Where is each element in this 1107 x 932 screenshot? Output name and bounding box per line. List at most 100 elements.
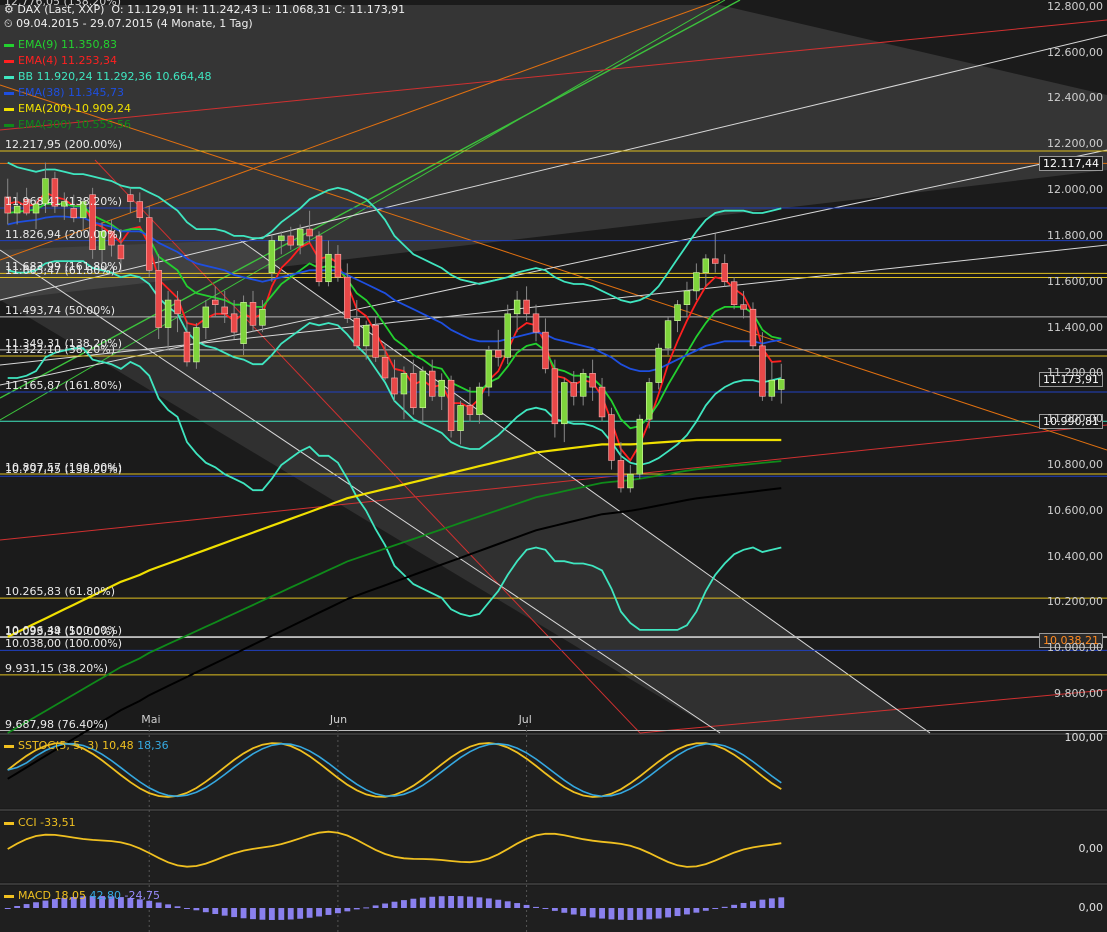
candle-up <box>645 382 653 420</box>
macd-bar <box>674 908 681 917</box>
candle-up <box>240 302 247 344</box>
macd-bar <box>353 908 360 910</box>
macd-bar <box>495 899 502 908</box>
fib-label: 10.797,45 (138.20%) <box>5 463 123 477</box>
candle-up <box>636 418 644 475</box>
macd-bar <box>240 908 247 919</box>
macd-bar <box>410 898 417 908</box>
period-label: ⏲ 09.04.2015 - 29.07.2015 (4 Monate, 1 T… <box>4 17 253 30</box>
legend-item: EMA(300) 10.555,56 <box>4 118 131 131</box>
price-chart[interactable] <box>0 0 1107 932</box>
candle-down <box>532 313 540 333</box>
macd-bar <box>448 896 455 908</box>
candle-down <box>353 318 360 347</box>
candle-down <box>127 194 134 202</box>
macd-bar <box>297 908 304 919</box>
candle-down <box>334 253 342 278</box>
macd-bar <box>438 896 445 908</box>
candle-up <box>325 253 332 283</box>
macd-bar <box>485 898 492 908</box>
macd-bar <box>316 908 322 917</box>
fib-label: 11.665,47 (61.80%) <box>5 264 116 278</box>
macd-bar <box>419 897 426 908</box>
candle-down <box>523 299 530 315</box>
sstoc-legend: SSTOC(5, 5, 3) 10,48 18,36 <box>4 739 169 752</box>
y-tick-label: 12.600,00 <box>1047 45 1103 59</box>
macd-bar <box>759 899 766 908</box>
candle-down <box>749 308 757 347</box>
candle-up <box>457 405 464 431</box>
candle-down <box>315 235 323 283</box>
macd-bar <box>712 908 719 909</box>
y-tick-label: 10.800,00 <box>1047 457 1103 471</box>
candle-down <box>466 405 474 415</box>
candle-down <box>136 201 144 218</box>
macd-bar <box>344 908 351 912</box>
candle-down <box>570 382 577 397</box>
candle-down <box>344 276 351 319</box>
candle-up <box>655 347 662 383</box>
fib-label: 11.968,41 (138.20%) <box>5 195 123 209</box>
macd-bar <box>33 902 39 908</box>
y-tick-label: 12.200,00 <box>1047 137 1103 151</box>
candle-up <box>400 373 408 395</box>
candle-up <box>683 290 691 305</box>
macd-bar <box>372 905 379 908</box>
candle-up <box>674 304 681 321</box>
macd-bar <box>334 908 341 914</box>
candle-down <box>145 217 153 271</box>
candle-up <box>193 327 200 363</box>
macd-bar <box>768 898 775 908</box>
candle-down <box>721 263 728 283</box>
candle-down <box>212 299 219 305</box>
fib-label: 11.826,94 (200.00%) <box>5 227 123 241</box>
candle-down <box>381 357 389 379</box>
candle-up <box>362 324 370 347</box>
macd-bar <box>721 906 728 908</box>
fib-label: 10.265,83 (61.80%) <box>5 585 116 599</box>
candle-down <box>410 373 417 409</box>
y-tick-label: 11.200,00 <box>1047 366 1103 380</box>
macd-bar <box>306 908 313 918</box>
y-tick-label: 11.000,00 <box>1047 412 1103 426</box>
y-tick-label: 10.400,00 <box>1047 549 1103 563</box>
candle-up <box>504 313 511 358</box>
y-tick-label: 12.400,00 <box>1047 91 1103 105</box>
macd-bar <box>382 903 388 908</box>
fib-label: 11.165,87 (161.80%) <box>5 378 123 392</box>
macd-bar <box>702 908 709 911</box>
candle-down <box>183 331 191 363</box>
candle-up <box>693 272 700 292</box>
macd-bar <box>636 908 643 920</box>
macd-bar <box>646 908 653 920</box>
candle-down <box>174 299 181 315</box>
macd-bar <box>731 904 738 908</box>
macd-bar <box>174 906 181 908</box>
macd-bar <box>570 908 577 915</box>
candle-down <box>230 313 238 333</box>
y-tick-label: 11.400,00 <box>1047 320 1103 334</box>
macd-bar <box>429 896 436 908</box>
candle-down <box>617 460 625 489</box>
candle-up <box>278 235 285 241</box>
fib-label: 10.038,00 (100.00%) <box>5 637 123 651</box>
legend-item: EMA(200) 10.909,24 <box>4 102 131 115</box>
macd-bar <box>627 908 634 920</box>
candle-down <box>70 208 77 218</box>
y-tick-label: 9.800,00 <box>1054 687 1103 701</box>
macd-bar <box>665 908 672 918</box>
macd-bar <box>533 906 539 908</box>
macd-bar <box>287 908 294 920</box>
macd-legend: MACD 18,05 42,80 -24,75 <box>4 889 160 902</box>
clock-icon: ⏲ <box>4 17 13 30</box>
candle-down <box>117 244 125 260</box>
macd-bar <box>202 908 209 913</box>
macd-bar <box>551 908 558 911</box>
macd-bar <box>504 901 511 908</box>
candle-up <box>438 379 445 397</box>
macd-bar <box>617 908 624 920</box>
macd-bar <box>542 908 549 909</box>
macd-bar <box>401 900 407 908</box>
candle-up <box>513 299 521 315</box>
macd-bar <box>523 904 530 908</box>
